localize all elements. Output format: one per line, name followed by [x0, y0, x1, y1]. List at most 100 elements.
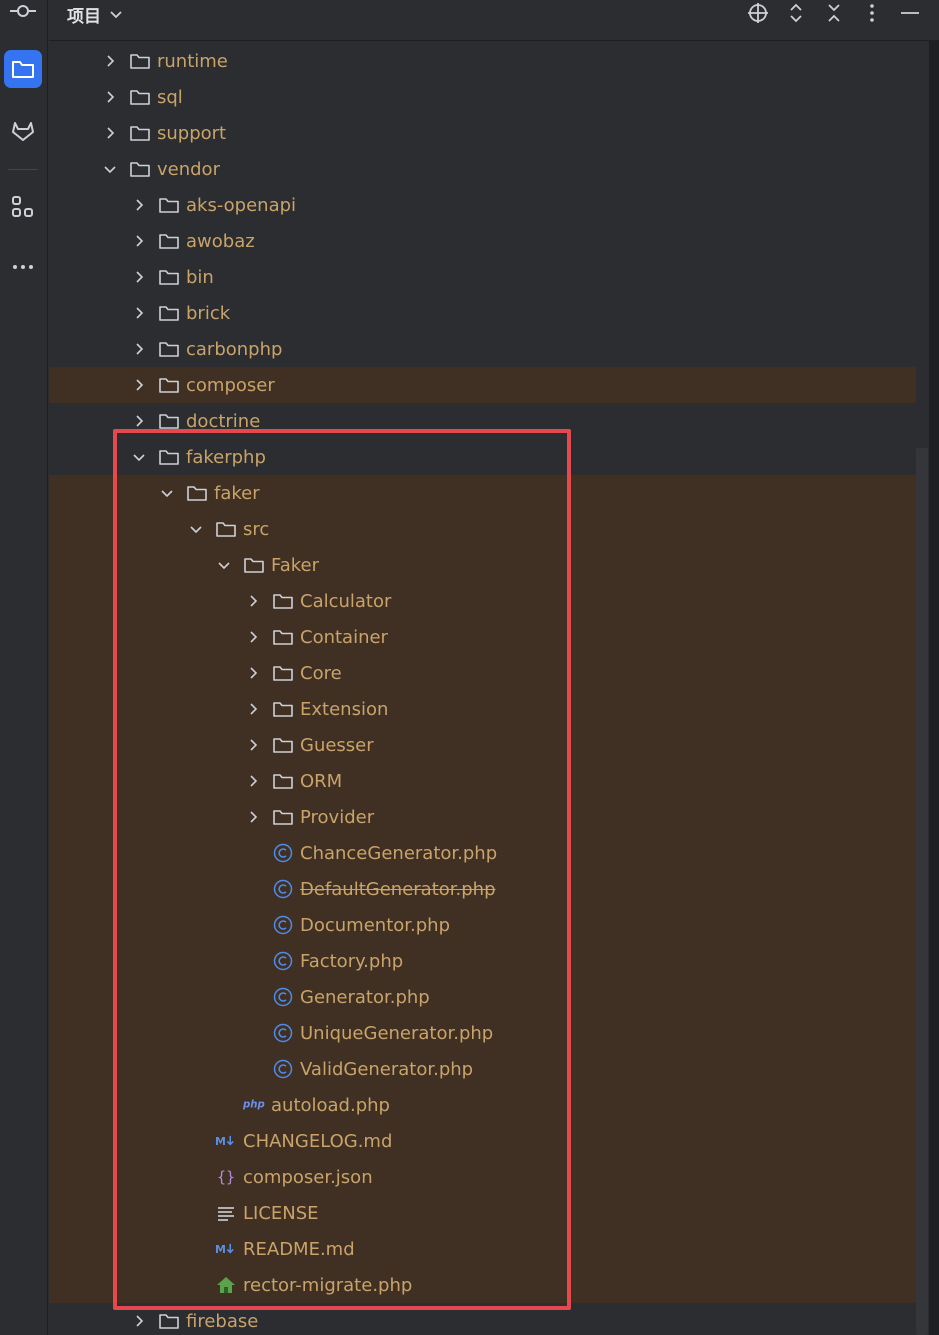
- tree-file-row[interactable]: DefaultGenerator.php: [49, 871, 929, 907]
- chevron-right-icon[interactable]: [244, 700, 262, 718]
- svg-text:php: php: [243, 1100, 265, 1111]
- options-icon[interactable]: [861, 2, 883, 24]
- chevron-down-icon[interactable]: [215, 556, 233, 574]
- text-file-icon: [215, 1202, 237, 1224]
- chevron-right-icon[interactable]: [130, 412, 148, 430]
- tree-file-row[interactable]: LICENSE: [49, 1195, 929, 1231]
- tree-folder-row[interactable]: ORM: [49, 763, 929, 799]
- chevron-right-icon[interactable]: [244, 592, 262, 610]
- markdown-icon: M: [215, 1130, 237, 1152]
- tree-folder-row[interactable]: doctrine: [49, 403, 929, 439]
- tree-item-label: Guesser: [300, 734, 374, 756]
- tree-file-row[interactable]: ValidGenerator.php: [49, 1051, 929, 1087]
- commit-icon[interactable]: [4, 0, 42, 30]
- chevron-right-icon[interactable]: [244, 628, 262, 646]
- tree-item-label: src: [243, 518, 270, 540]
- tree-item-label: faker: [214, 482, 260, 504]
- tree-folder-row[interactable]: Calculator: [49, 583, 929, 619]
- tree-file-row[interactable]: Factory.php: [49, 943, 929, 979]
- chevron-right-icon[interactable]: [130, 268, 148, 286]
- tree-folder-row[interactable]: fakerphp: [49, 439, 929, 475]
- markdown-icon: M: [215, 1238, 237, 1260]
- chevron-down-icon[interactable]: [158, 484, 176, 502]
- tree-item-label: LICENSE: [243, 1202, 319, 1224]
- chevron-right-icon[interactable]: [244, 772, 262, 790]
- tree-file-row[interactable]: Documentor.php: [49, 907, 929, 943]
- chevron-right-icon[interactable]: [101, 52, 119, 70]
- tree-folder-row[interactable]: Container: [49, 619, 929, 655]
- tree-folder-row[interactable]: brick: [49, 295, 929, 331]
- chevron-right-icon[interactable]: [244, 808, 262, 826]
- tree-folder-row[interactable]: support: [49, 115, 929, 151]
- chevron-down-icon[interactable]: [101, 160, 119, 178]
- tree-item-label: rector-migrate.php: [243, 1274, 413, 1296]
- collapse-all-icon[interactable]: [823, 2, 845, 24]
- tree-file-row[interactable]: M README.md: [49, 1231, 929, 1267]
- tree-folder-row[interactable]: Faker: [49, 547, 929, 583]
- minimize-icon[interactable]: [899, 2, 921, 24]
- tree-folder-row[interactable]: firebase: [49, 1303, 929, 1335]
- tree-item-label: runtime: [157, 50, 228, 72]
- chevron-right-icon[interactable]: [244, 736, 262, 754]
- tree-folder-row[interactable]: runtime: [49, 43, 929, 79]
- folder-icon: [158, 194, 180, 216]
- chevron-right-icon[interactable]: [244, 664, 262, 682]
- tree-item-label: Extension: [300, 698, 389, 720]
- locate-icon[interactable]: [747, 2, 769, 24]
- chevron-right-icon[interactable]: [130, 1312, 148, 1330]
- chevron-right-icon[interactable]: [130, 304, 148, 322]
- php-class-icon: [272, 986, 294, 1008]
- more-icon[interactable]: [4, 248, 42, 286]
- tree-item-label: composer.json: [243, 1166, 373, 1188]
- tree-file-row[interactable]: M CHANGELOG.md: [49, 1123, 929, 1159]
- chevron-right-icon[interactable]: [130, 340, 148, 358]
- tree-item-label: carbonphp: [186, 338, 283, 360]
- tree-folder-row[interactable]: carbonphp: [49, 331, 929, 367]
- tree-folder-row[interactable]: sql: [49, 79, 929, 115]
- tree-file-row[interactable]: rector-migrate.php: [49, 1267, 929, 1303]
- expand-all-icon[interactable]: [785, 2, 807, 24]
- chevron-down-icon[interactable]: [130, 448, 148, 466]
- structure-icon[interactable]: [4, 188, 42, 226]
- tree-item-label: UniqueGenerator.php: [300, 1022, 494, 1044]
- tree-file-row[interactable]: Generator.php: [49, 979, 929, 1015]
- tree-item-label: Factory.php: [300, 950, 404, 972]
- folder-icon: [158, 302, 180, 324]
- tree-folder-row[interactable]: vendor: [49, 151, 929, 187]
- chevron-down-icon[interactable]: [187, 520, 205, 538]
- chevron-right-icon[interactable]: [130, 232, 148, 250]
- tree-folder-row[interactable]: composer: [49, 367, 929, 403]
- tree-folder-row[interactable]: Core: [49, 655, 929, 691]
- tree-item-label: vendor: [157, 158, 220, 180]
- project-folder-icon[interactable]: [4, 50, 42, 88]
- tree-folder-row[interactable]: Guesser: [49, 727, 929, 763]
- chevron-right-icon[interactable]: [130, 196, 148, 214]
- folder-icon: [243, 554, 265, 576]
- tree-file-row[interactable]: php autoload.php: [49, 1087, 929, 1123]
- tree-folder-row[interactable]: awobaz: [49, 223, 929, 259]
- tree-folder-row[interactable]: faker: [49, 475, 929, 511]
- chevron-right-icon[interactable]: [101, 124, 119, 142]
- tree-file-row[interactable]: UniqueGenerator.php: [49, 1015, 929, 1051]
- chevron-down-icon: [110, 10, 122, 18]
- svg-text:{}: {}: [217, 1168, 235, 1186]
- panel-title-dropdown[interactable]: 项目: [67, 2, 123, 27]
- chevron-right-icon[interactable]: [130, 376, 148, 394]
- tree-item-label: fakerphp: [186, 446, 266, 468]
- tree-item-label: ValidGenerator.php: [300, 1058, 474, 1080]
- tree-folder-row[interactable]: src: [49, 511, 929, 547]
- tree-folder-row[interactable]: aks-openapi: [49, 187, 929, 223]
- svg-text:M: M: [215, 1135, 226, 1148]
- scrollbar-thumb[interactable]: [916, 448, 928, 1335]
- folder-icon: [158, 266, 180, 288]
- tree-file-row[interactable]: ChanceGenerator.php: [49, 835, 929, 871]
- tree-folder-row[interactable]: Extension: [49, 691, 929, 727]
- gitlab-icon[interactable]: [4, 112, 42, 150]
- chevron-right-icon[interactable]: [101, 88, 119, 106]
- folder-icon: [158, 1310, 180, 1332]
- tree-item-label: composer: [186, 374, 275, 396]
- tree-folder-row[interactable]: bin: [49, 259, 929, 295]
- json-icon: {}: [215, 1166, 237, 1188]
- tree-folder-row[interactable]: Provider: [49, 799, 929, 835]
- tree-file-row[interactable]: {} composer.json: [49, 1159, 929, 1195]
